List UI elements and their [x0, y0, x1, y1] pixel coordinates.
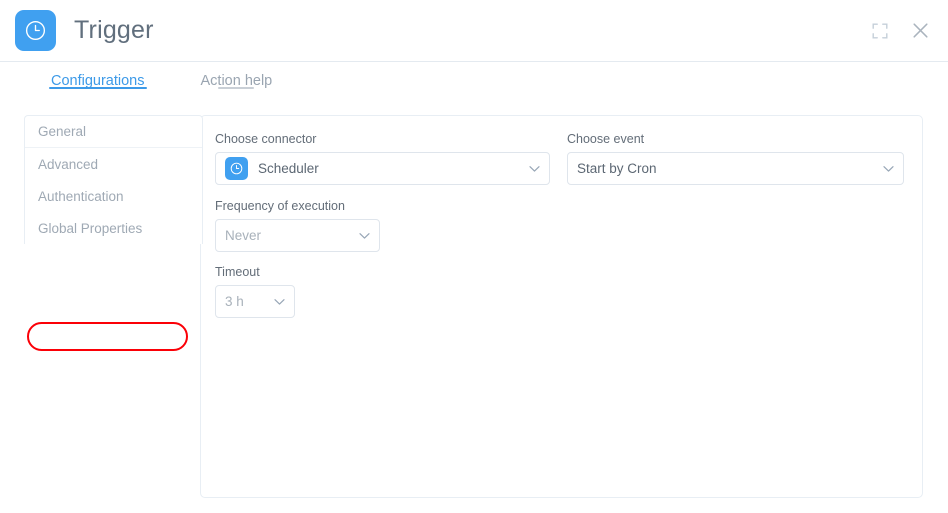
close-icon[interactable]	[910, 21, 930, 41]
expand-icon[interactable]	[870, 21, 890, 41]
sidebar-item-global-properties[interactable]: Global Properties	[25, 212, 202, 244]
sidebar-item-advanced[interactable]: Advanced	[25, 148, 202, 180]
tab-inactive-underline	[218, 87, 254, 89]
tab-active-underline	[49, 87, 147, 89]
settings-sidebar: General Advanced Authentication Global P…	[24, 115, 203, 244]
sidebar-item-label: Global Properties	[38, 221, 142, 236]
event-select[interactable]: Start by Cron	[567, 152, 904, 185]
sidebar-item-label: Authentication	[38, 189, 124, 204]
sidebar-item-general[interactable]: General	[25, 116, 202, 148]
timeout-value: 3 h	[225, 294, 244, 309]
sidebar-item-label: General	[38, 124, 86, 139]
chevron-down-icon	[359, 232, 370, 239]
event-value: Start by Cron	[577, 161, 657, 176]
tab-bar: Configurations Action help	[0, 62, 948, 106]
chevron-down-icon	[274, 298, 285, 305]
sidebar-item-label: Advanced	[38, 157, 98, 172]
configurations-panel: Choose connector Scheduler	[200, 115, 923, 498]
page-title: Trigger	[74, 16, 154, 45]
timeout-label: Timeout	[215, 265, 908, 279]
connector-select[interactable]: Scheduler	[215, 152, 550, 185]
connector-field-group: Choose connector Scheduler	[215, 132, 550, 185]
timeout-select[interactable]: 3 h	[215, 285, 295, 318]
frequency-label: Frequency of execution	[215, 199, 908, 213]
event-label: Choose event	[567, 132, 904, 146]
event-field-group: Choose event Start by Cron	[567, 132, 904, 185]
frequency-select[interactable]: Never	[215, 219, 380, 252]
window-controls	[870, 21, 930, 41]
sidebar-item-authentication[interactable]: Authentication	[25, 180, 202, 212]
tab-action-help[interactable]: Action help	[199, 62, 275, 89]
dialog-header: Trigger	[0, 0, 948, 62]
frequency-value: Never	[225, 228, 261, 243]
tab-configurations[interactable]: Configurations	[49, 62, 147, 89]
dialog-body: Choose connector Scheduler	[0, 106, 948, 513]
form-row-top: Choose connector Scheduler	[215, 132, 908, 185]
trigger-form: Choose connector Scheduler	[201, 116, 922, 318]
frequency-field-group: Frequency of execution Never	[215, 199, 908, 252]
clock-icon	[225, 157, 248, 180]
highlight-annotation-global-properties	[27, 322, 188, 351]
connector-label: Choose connector	[215, 132, 550, 146]
timeout-field-group: Timeout 3 h	[215, 265, 908, 318]
chevron-down-icon	[883, 165, 894, 172]
clock-icon	[15, 10, 56, 51]
chevron-down-icon	[529, 165, 540, 172]
trigger-dialog-window: Trigger Configurations	[0, 0, 948, 513]
connector-value: Scheduler	[258, 161, 319, 176]
